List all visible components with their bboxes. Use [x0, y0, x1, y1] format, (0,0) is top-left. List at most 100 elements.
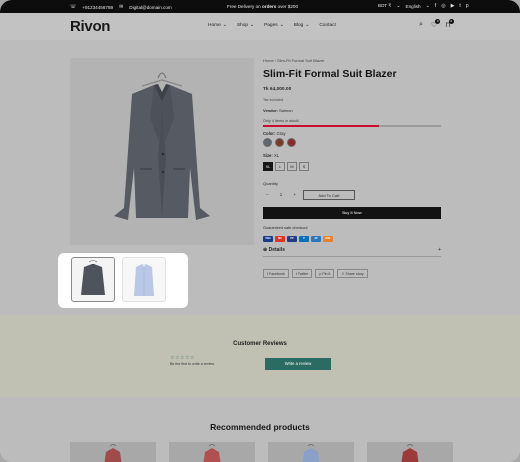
swatch-red[interactable]	[287, 138, 296, 147]
tax-note: Tax included.	[263, 98, 284, 102]
delivery-prefix: Free Delivery on	[227, 4, 261, 9]
announcement-bar: ☏ +91234456789 ✉ Digital@domain.com Free…	[0, 0, 520, 13]
page-frame: ☏ +91234456789 ✉ Digital@domain.com Free…	[0, 0, 520, 462]
vendor-value[interactable]: Salmon	[279, 108, 293, 113]
vendor-line: Vendor: Salmon	[263, 108, 293, 113]
site-header: Rivon Home ⌄ Shop ⌄ Pages ⌄ Blog ⌄ Contact ⌕…	[0, 13, 520, 40]
minus-icon[interactable]: −	[266, 192, 269, 197]
product-card[interactable]	[367, 442, 453, 462]
twitter-icon[interactable]: t	[459, 3, 460, 9]
youtube-icon[interactable]: ▶	[451, 3, 455, 9]
nav-pages[interactable]: Pages ⌄	[264, 23, 284, 28]
share-pinterest-label: Pin it	[322, 272, 331, 276]
blazer-thumb-image	[81, 260, 105, 295]
plus-icon: +	[438, 247, 441, 253]
size-option-s[interactable]: S	[299, 162, 309, 171]
discover-icon: DSC	[323, 236, 333, 242]
thumbnail-blazer[interactable]	[71, 257, 115, 302]
delivery-bold: orders	[261, 4, 277, 9]
instagram-icon[interactable]: ◎	[441, 3, 445, 9]
chevron-down-icon: ⌄	[279, 23, 284, 28]
language-selector[interactable]: English	[406, 4, 421, 9]
nav-home-label: Home	[208, 23, 221, 28]
red-shirt-image	[104, 444, 122, 462]
stock-text: Only 4 items in stock!	[263, 119, 300, 123]
share-pinterest-button[interactable]: p Pin it	[315, 269, 335, 278]
color-value: Gray	[276, 131, 286, 136]
search-icon[interactable]: ⌕	[419, 21, 423, 29]
cart-count: 0	[448, 19, 454, 24]
delivery-notice: Free Delivery on orders over $200	[227, 4, 298, 9]
product-card[interactable]	[169, 442, 255, 462]
email-address[interactable]: Digital@domain.com	[129, 5, 171, 10]
share-twitter-label: Twitter	[297, 272, 309, 276]
p-icon: P	[299, 236, 309, 242]
share-buttons: f Facebook t Twitter p Pin it ⇪ Share st…	[263, 269, 368, 278]
share-story-button[interactable]: ⇪ Share story	[337, 269, 368, 278]
phone-number[interactable]: +91234456789	[82, 5, 113, 10]
main-nav: Home ⌄ Shop ⌄ Pages ⌄ Blog ⌄ Contact	[208, 23, 336, 28]
site-logo[interactable]: Rivon	[70, 18, 110, 35]
chevron-down-icon: ⌄	[425, 3, 430, 9]
delivery-suffix: over $200	[277, 4, 299, 9]
amex-icon: AP	[311, 236, 321, 242]
details-label: Details	[268, 247, 285, 253]
breadcrumb[interactable]: Home / Slim-Fit Formal Suit Blazer	[263, 58, 325, 63]
recommended-title: Recommended products	[210, 422, 310, 432]
nav-blog[interactable]: Blog ⌄	[294, 23, 310, 28]
share-facebook-button[interactable]: f Facebook	[263, 269, 289, 278]
size-options: XL L M S	[263, 162, 309, 171]
secure-checkout-text: Guaranteed safe checkout	[263, 226, 308, 230]
phone-icon: ☏	[70, 4, 77, 10]
write-review-button[interactable]: Write a review	[265, 358, 331, 370]
share-twitter-button[interactable]: t Twitter	[291, 269, 313, 278]
swatch-brown[interactable]	[275, 138, 284, 147]
pinterest-icon[interactable]: p	[466, 3, 469, 9]
product-title: Slim-Fit Formal Suit Blazer	[263, 68, 397, 80]
product-main-image[interactable]	[70, 58, 254, 245]
size-option-m[interactable]: M	[287, 162, 297, 171]
payment-icons: VISA MC PP P AP DSC	[263, 236, 333, 242]
size-line: Size: XL	[263, 153, 279, 158]
buy-now-button[interactable]: Buy It Now	[263, 207, 441, 219]
color-swatches	[263, 138, 296, 147]
chevron-down-icon: ⌄	[396, 3, 401, 9]
paypal-icon: PP	[287, 236, 297, 242]
red-shirt-image	[401, 444, 419, 462]
product-card[interactable]	[70, 442, 156, 462]
stock-progress	[263, 125, 441, 127]
nav-blog-label: Blog	[293, 23, 304, 28]
thumbnail-shirt[interactable]	[122, 257, 166, 302]
color-label: Color:	[263, 131, 276, 136]
red-shirt-image	[203, 444, 221, 462]
quantity-value[interactable]: 1	[280, 192, 283, 197]
details-accordion[interactable]: ⊕ Details +	[263, 247, 441, 257]
size-option-xl[interactable]: XL	[263, 162, 273, 171]
facebook-icon[interactable]: f	[435, 3, 436, 9]
product-card[interactable]	[268, 442, 354, 462]
chevron-down-icon: ⌄	[305, 23, 310, 28]
size-option-l[interactable]: L	[275, 162, 285, 171]
header-actions: ⌕ ♡ 0 ⊓ 0	[419, 19, 454, 29]
currency-selector[interactable]: BDT ₹	[378, 3, 391, 9]
share-facebook-label: Facebook	[269, 272, 285, 276]
vendor-label: Vendor:	[263, 108, 278, 113]
nav-contact[interactable]: Contact	[319, 23, 336, 28]
size-value: XL	[273, 153, 280, 158]
color-line: Color: Gray	[263, 131, 286, 136]
size-label: Size:	[263, 153, 273, 158]
rating-stars: ☆☆☆☆☆	[170, 355, 195, 361]
plus-icon[interactable]: +	[293, 192, 296, 197]
nav-shop[interactable]: Shop ⌄	[237, 23, 254, 28]
cart-icon[interactable]: ⊓ 0	[445, 19, 454, 29]
mail-icon: ✉	[119, 4, 124, 10]
nav-home[interactable]: Home ⌄	[208, 23, 227, 28]
add-to-cart-button[interactable]: Add To Cart	[303, 190, 355, 200]
wishlist-count: 0	[435, 19, 441, 24]
nav-pages-label: Pages	[264, 23, 278, 28]
blue-shirt-image	[302, 444, 320, 462]
nav-shop-label: Shop	[236, 23, 249, 28]
quantity-stepper: − 1 +	[263, 189, 299, 200]
swatch-gray[interactable]	[263, 138, 272, 147]
wishlist-icon[interactable]: ♡ 0	[431, 19, 441, 29]
